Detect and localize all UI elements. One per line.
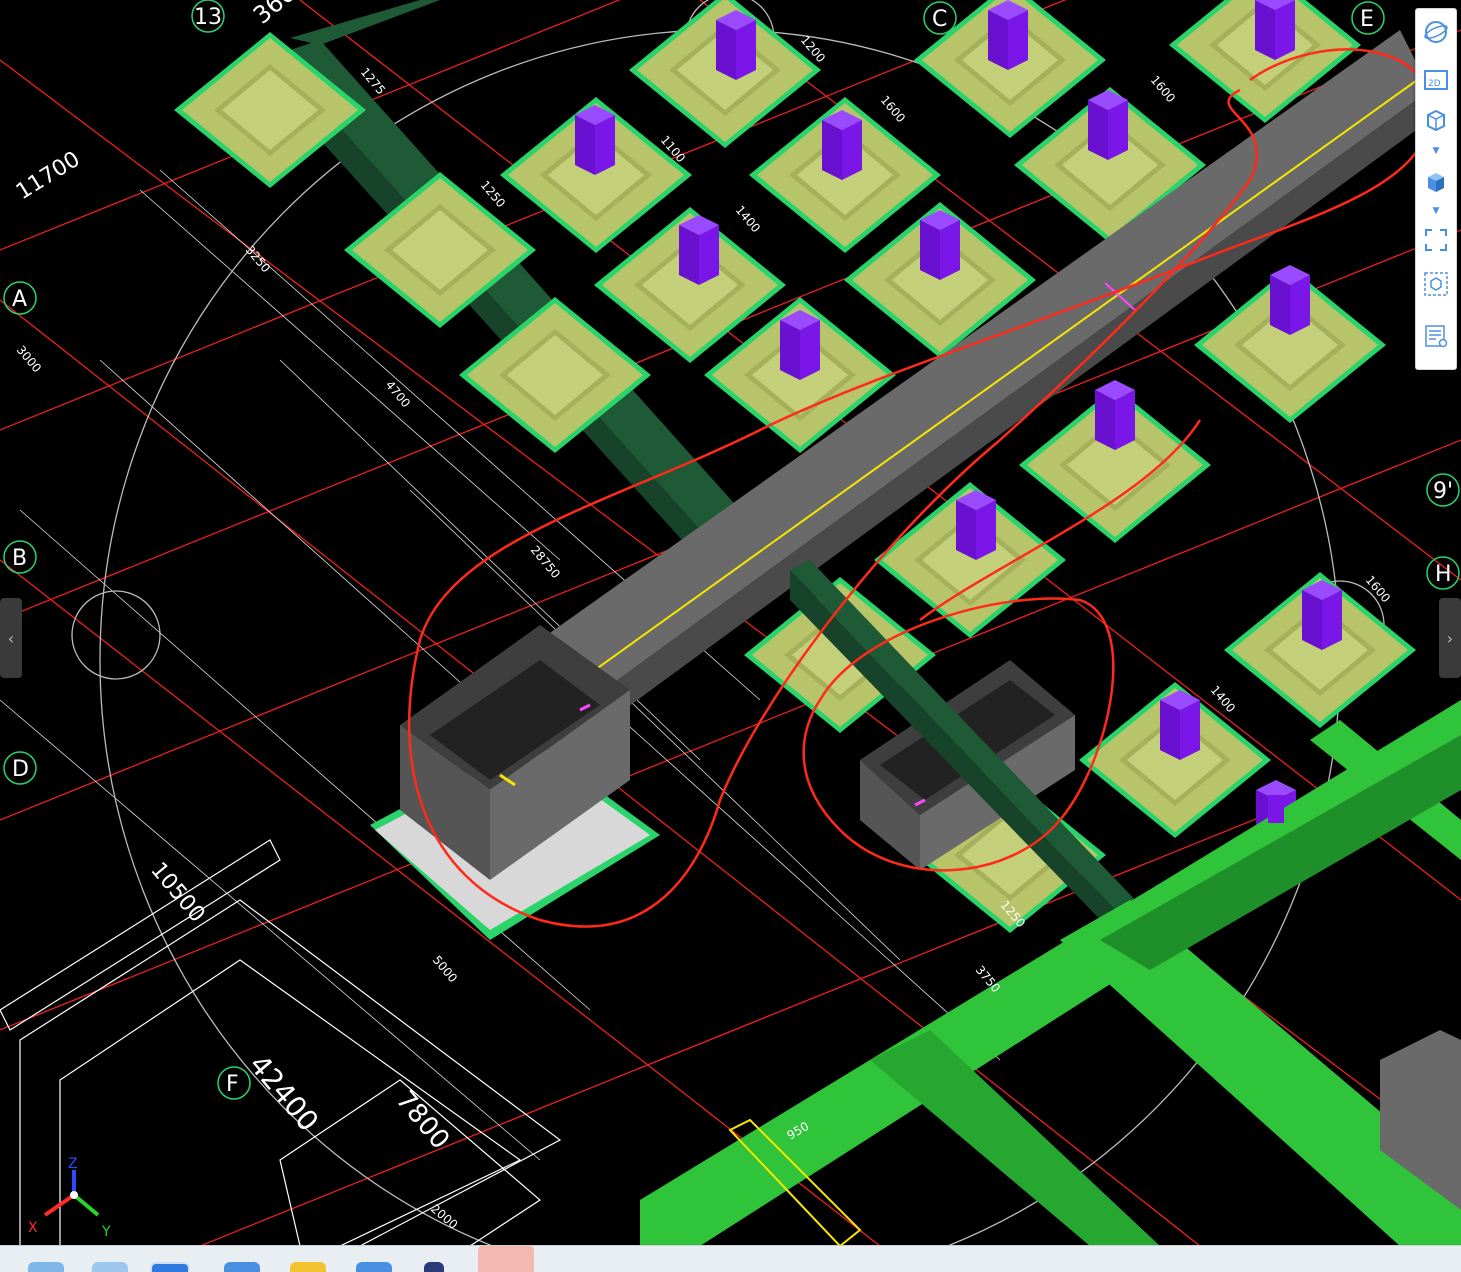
axis-triad-x-label: X — [28, 1220, 38, 1236]
dim-28750: 28750 — [528, 543, 563, 581]
axis-triad: Z X Y — [28, 1156, 111, 1240]
property-list-icon — [1425, 325, 1448, 348]
right-panel-toggle[interactable]: › — [1439, 598, 1461, 678]
axis-triad-y-label: Y — [101, 1224, 111, 1240]
taskbar-app-icon[interactable] — [224, 1262, 260, 1272]
taskbar-app-icon[interactable] — [92, 1262, 128, 1272]
dim-5000: 5000 — [430, 953, 460, 985]
section-box-button[interactable] — [1421, 269, 1451, 299]
axis-label-d: D — [12, 757, 29, 782]
dim-3600: 360 — [248, 0, 301, 30]
dim-1250: 1250 — [478, 178, 508, 210]
view-mode-dropdown-caret[interactable]: ▼ — [1430, 147, 1442, 156]
axis-label-h: H — [1435, 562, 1452, 587]
axis-label-c: C — [932, 7, 947, 32]
orbit-icon — [1424, 21, 1448, 43]
dim-1400: 1400 — [733, 203, 763, 235]
section-box-icon — [1424, 272, 1448, 296]
dim-1600: 1600 — [1363, 573, 1393, 605]
view-3d-button[interactable] — [1421, 105, 1451, 135]
view-3d-cube-icon — [1427, 109, 1445, 132]
axis-label-b: B — [12, 546, 27, 571]
svg-text:2D: 2D — [1428, 79, 1441, 89]
axis-label-13: 13 — [194, 5, 222, 30]
properties-button[interactable] — [1421, 321, 1451, 351]
fit-view-button[interactable] — [1421, 225, 1451, 255]
fit-view-icon — [1425, 229, 1447, 251]
axis-triad-z-label: Z — [68, 1156, 78, 1172]
axis-label-9prime: 9' — [1433, 479, 1453, 504]
dim-4700: 4700 — [383, 378, 413, 410]
taskbar-app-icon[interactable] — [290, 1262, 326, 1272]
left-panel-toggle[interactable]: ‹ — [0, 598, 22, 678]
cad-viewer-window: A B D F C E H 9' 13 11700 42400 7800 105… — [0, 0, 1461, 1272]
axis-label-e: E — [1360, 7, 1374, 32]
dim-3250: 3250 — [243, 243, 273, 275]
taskbar-app-icon[interactable] — [28, 1262, 64, 1272]
model-viewport[interactable]: A B D F C E H 9' 13 11700 42400 7800 105… — [0, 0, 1461, 1246]
view-2d-icon: 2D — [1424, 70, 1448, 90]
view-2d-button[interactable]: 2D — [1421, 65, 1451, 95]
solid-view-button[interactable] — [1421, 167, 1451, 197]
dim-11700: 11700 — [12, 147, 85, 205]
solid-cube-icon — [1428, 173, 1444, 192]
orbit-button[interactable] — [1421, 17, 1451, 47]
os-taskbar — [0, 1245, 1461, 1272]
taskbar-app-icon-active[interactable] — [150, 1262, 190, 1272]
dim-1600: 1600 — [878, 93, 908, 125]
dim-42400: 42400 — [243, 1048, 326, 1137]
taskbar-app-icon-highlighted[interactable] — [478, 1246, 534, 1272]
dim-1400: 1400 — [1208, 683, 1238, 715]
dim-3000: 3000 — [14, 343, 44, 375]
axis-label-f: F — [226, 1072, 239, 1097]
dim-1600: 1600 — [1148, 73, 1178, 105]
dim-10500: 10500 — [145, 858, 209, 928]
render-mode-dropdown-caret[interactable]: ▼ — [1430, 207, 1442, 216]
dim-2000: 2000 — [428, 1202, 460, 1232]
dim-7800: 7800 — [390, 1085, 456, 1155]
taskbar-app-icon[interactable] — [424, 1262, 444, 1272]
axis-label-a: A — [12, 287, 27, 312]
view-toolbar: 2D ▼ ▼ — [1415, 8, 1457, 370]
taskbar-app-icon[interactable] — [356, 1262, 392, 1272]
